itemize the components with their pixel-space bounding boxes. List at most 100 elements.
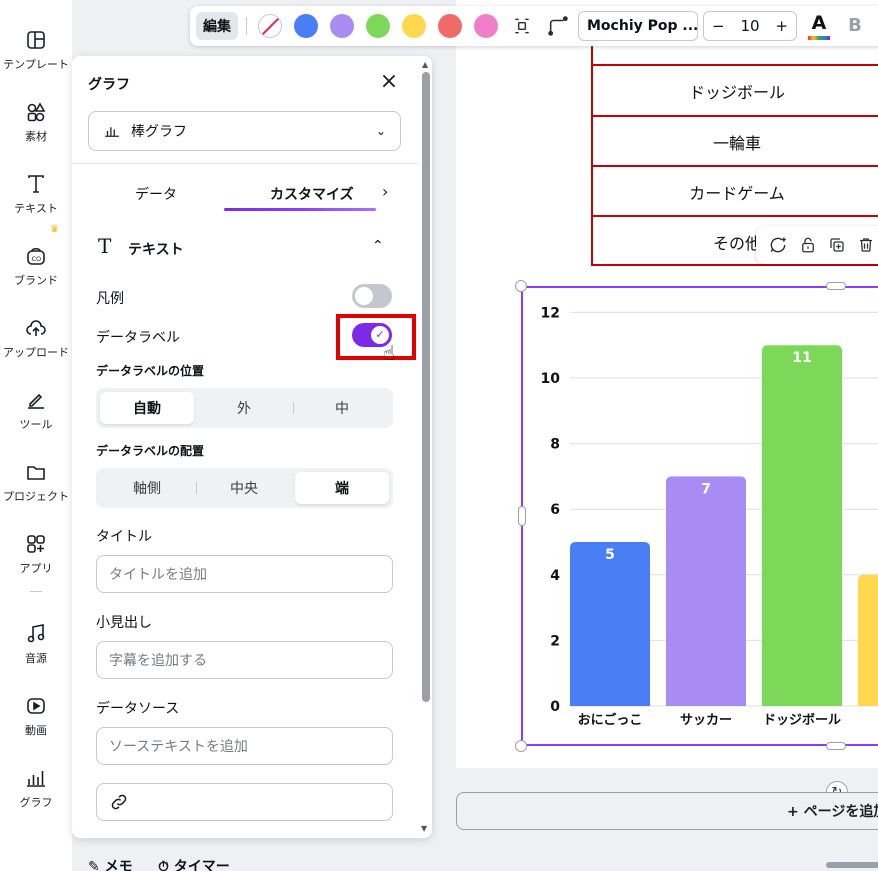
font-family-select[interactable]: Mochiy Pop ... (578, 11, 698, 41)
elements-icon (27, 102, 46, 122)
duplicate-icon[interactable] (828, 236, 846, 254)
title-input[interactable]: タイトルを追加 (96, 555, 393, 593)
text-section-icon: T (98, 234, 112, 258)
color-swatch-blue[interactable] (294, 14, 318, 38)
rail-item-elements[interactable]: 素材 (0, 92, 72, 154)
chart-selection-frame[interactable] (521, 286, 878, 746)
rail-label: テキスト (14, 202, 58, 215)
table-cell: その他 (712, 233, 761, 253)
table-row[interactable]: 一輪車 (591, 115, 878, 166)
timer-label: タイマー (173, 859, 230, 871)
rail-label: アプリ (19, 562, 53, 575)
bold-button[interactable]: B (844, 11, 866, 41)
placement-option-end[interactable]: 端 (295, 472, 389, 504)
rail-item-templates[interactable]: テンプレート (0, 20, 72, 82)
resize-handle[interactable] (826, 282, 846, 290)
rail-item-text[interactable]: テキスト (0, 164, 72, 226)
text-color-rainbow-bar (808, 36, 830, 40)
color-swatch-yellow[interactable] (402, 14, 426, 38)
source-input[interactable]: ソーステキストを追加 (96, 727, 393, 765)
rail-label: グラフ (19, 796, 53, 809)
placement-label: データラベルの配置 (96, 444, 205, 458)
edit-button[interactable]: 編集 (196, 12, 238, 40)
color-swatch-pink[interactable] (474, 14, 498, 38)
table-row[interactable]: カードゲーム (591, 165, 878, 216)
pointer-cursor-icon: ☝ (383, 341, 396, 365)
title-field-label: タイトル (96, 529, 152, 545)
horizontal-scrollbar[interactable] (826, 862, 878, 868)
color-swatch-purple[interactable] (330, 14, 354, 38)
pencil-icon: ✎ (88, 859, 105, 871)
spacing-icon[interactable] (508, 12, 536, 40)
chart-type-select[interactable]: 棒グラフ ⌄ (88, 111, 401, 151)
position-option-inside[interactable]: 中 (295, 392, 389, 424)
rail-item-projects[interactable]: プロジェクト (0, 452, 72, 514)
highlight-annotation (336, 314, 416, 360)
line-connector-icon[interactable] (544, 12, 572, 40)
resize-handle[interactable] (515, 740, 527, 752)
rail-item-video[interactable]: 動画 (0, 686, 72, 748)
legend-toggle[interactable] (352, 284, 392, 308)
placement-option-axis[interactable]: 軸側 (100, 472, 194, 504)
timer-button[interactable]: ⏱ タイマー (158, 856, 230, 871)
video-icon (27, 698, 45, 714)
add-page-button[interactable]: + ページを追加 (456, 792, 878, 830)
chevron-right-icon[interactable]: › (382, 182, 388, 201)
table-cell: 一輪車 (712, 133, 761, 153)
scroll-up-arrow[interactable]: ▲ (422, 60, 428, 69)
resize-handle[interactable] (518, 506, 526, 526)
chart-type-value: 棒グラフ (131, 124, 187, 140)
active-tab-indicator (224, 208, 376, 211)
subtitle-input[interactable]: 字幕を追加する (96, 641, 393, 679)
rail-item-brand[interactable]: CO ブランド (0, 236, 72, 298)
scroll-down-arrow[interactable]: ▼ (421, 824, 427, 833)
color-swatch-red[interactable] (438, 14, 462, 38)
position-segmented-control: 自動 外 中 (96, 388, 393, 428)
comment-add-icon[interactable] (768, 235, 788, 255)
left-rail: テンプレート 素材 テキスト ♛ CO ブランド アップロード ツール プロジェ… (0, 0, 72, 871)
source-field-label: データソース (96, 701, 180, 717)
rail-separator (30, 591, 42, 592)
apps-icon (27, 535, 45, 553)
link-input[interactable] (96, 783, 393, 821)
chevron-down-icon: ⌄ (375, 124, 386, 138)
link-icon (111, 794, 127, 810)
rail-label: 音源 (25, 652, 47, 665)
chevron-up-icon[interactable]: ⌃ (372, 238, 384, 254)
data-label-label: データラベル (96, 330, 180, 346)
font-size-stepper[interactable]: − 10 + (703, 11, 797, 41)
notes-button[interactable]: ✎ メモ (88, 856, 133, 871)
rail-item-uploads[interactable]: アップロード (0, 308, 72, 370)
tab-data[interactable]: データ (135, 184, 177, 204)
no-color-swatch[interactable] (258, 14, 282, 38)
tools-icon (28, 393, 44, 409)
text-toolbar: 編集 Mochiy Pop ... − 10 + A B (190, 6, 878, 46)
table-border (591, 264, 878, 266)
upload-icon (26, 320, 46, 336)
placement-option-center[interactable]: 中央 (197, 472, 291, 504)
rail-label: 素材 (25, 130, 47, 143)
position-option-auto[interactable]: 自動 (100, 392, 194, 424)
trash-icon[interactable] (857, 236, 875, 254)
color-swatch-green[interactable] (366, 14, 390, 38)
legend-label: 凡例 (96, 291, 124, 307)
resize-handle[interactable] (826, 742, 846, 750)
close-icon[interactable]: × (378, 71, 400, 94)
font-size-value[interactable]: 10 (740, 17, 759, 35)
rail-item-charts[interactable]: グラフ (0, 758, 72, 820)
position-option-outside[interactable]: 外 (197, 392, 291, 424)
rail-item-audio[interactable]: 音源 (0, 614, 72, 676)
rail-item-tools[interactable]: ツール (0, 380, 72, 442)
chart-icon (27, 771, 45, 787)
table-row[interactable]: ドッジボール (591, 64, 878, 115)
resize-handle[interactable] (515, 280, 527, 292)
font-size-decrease-button[interactable]: − (712, 17, 725, 35)
font-size-increase-button[interactable]: + (775, 17, 788, 35)
tab-customize[interactable]: カスタマイズ (270, 184, 354, 204)
lock-icon[interactable] (799, 236, 817, 254)
rail-label: プロジェクト (3, 490, 69, 503)
rail-item-apps[interactable]: アプリ (0, 524, 72, 586)
text-icon (28, 175, 44, 193)
panel-scrollbar[interactable] (422, 72, 430, 702)
bar-chart-icon (105, 127, 119, 137)
